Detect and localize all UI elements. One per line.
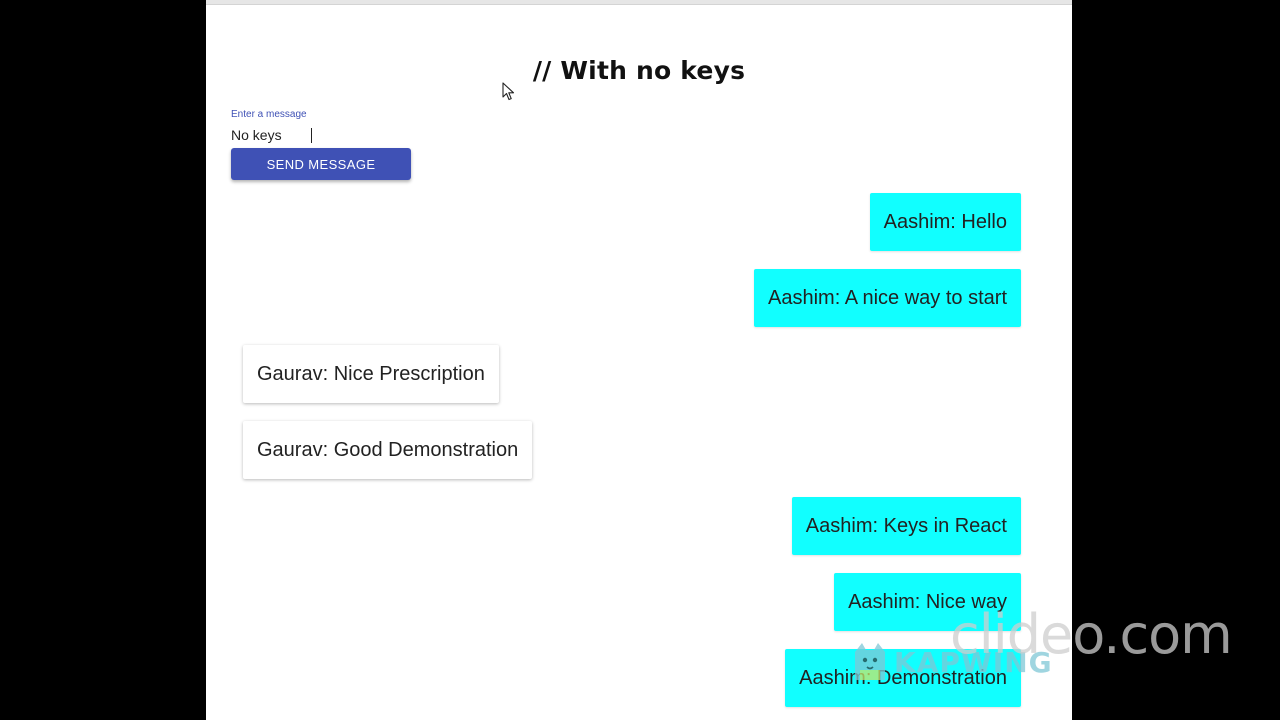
message-field-label: Enter a message [231,109,307,120]
message-bubble-other: Gaurav: Good Demonstration [243,421,533,479]
message-row: Aashim: Hello [243,193,1021,251]
send-message-button[interactable]: SEND MESSAGE [231,148,411,180]
chat-page: // With no keys Enter a message SEND MES… [206,0,1072,720]
message-row: Aashim: A nice way to start [243,269,1021,327]
mouse-pointer-icon [502,82,515,101]
message-input[interactable] [231,125,411,145]
message-row: Gaurav: Nice Prescription [243,345,1021,403]
message-field: Enter a message [231,108,411,145]
page-heading: // With no keys [532,56,746,85]
clideo-watermark: clideo.com [950,603,1233,666]
message-row: Gaurav: Good Demonstration [243,421,1021,479]
message-bubble-own: Aashim: Hello [869,193,1021,251]
message-row: Aashim: Keys in React [243,497,1021,555]
kapwing-logo-icon [855,643,885,680]
message-bubble-own: Aashim: Keys in React [791,497,1021,555]
browser-top-edge [206,0,1072,5]
message-bubble-own: Aashim: A nice way to start [754,269,1021,327]
message-bubble-other: Gaurav: Nice Prescription [243,345,499,403]
message-row: Aashim: Nice way [243,573,1021,631]
text-caret [311,128,312,143]
